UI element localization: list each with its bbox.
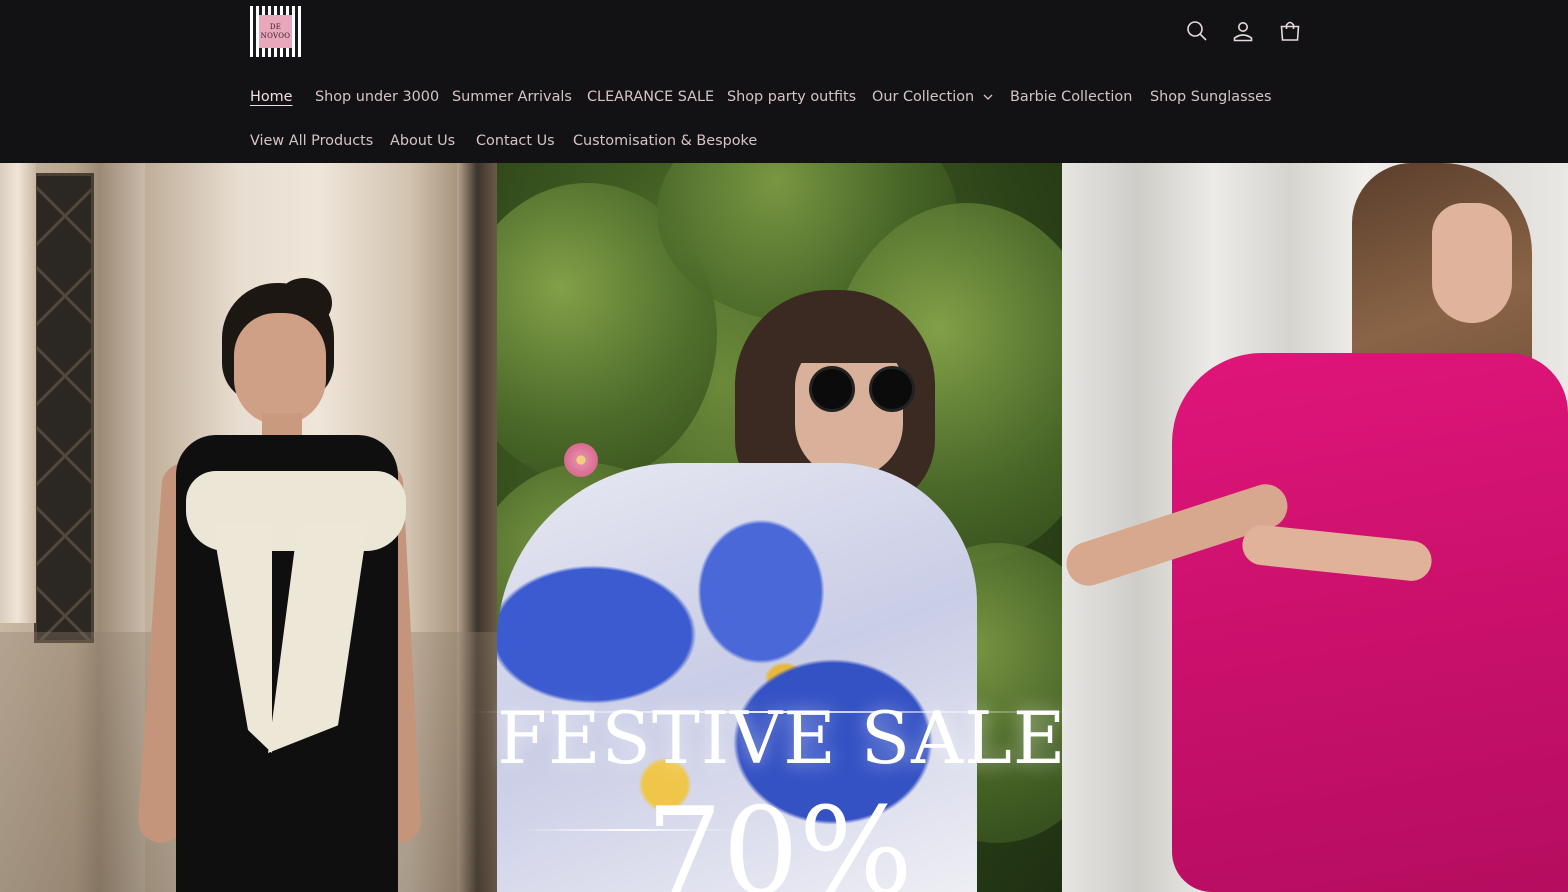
nav-summer-arrivals[interactable]: Summer Arrivals xyxy=(452,87,572,107)
account-icon[interactable] xyxy=(1227,15,1259,47)
hero-discount: 70% xyxy=(646,783,913,892)
nav-home[interactable]: Home xyxy=(250,87,293,107)
nav-clearance-sale[interactable]: CLEARANCE SALE xyxy=(587,87,714,107)
pink-flower xyxy=(564,443,598,477)
logo-line-1: DE xyxy=(269,22,282,31)
nav-customisation-bespoke[interactable]: Customisation & Bespoke xyxy=(573,131,757,151)
model-face xyxy=(234,313,326,425)
sunglasses-left-lens xyxy=(809,366,855,412)
logo-line-2: NOVOO xyxy=(260,31,291,40)
nav-contact-us[interactable]: Contact Us xyxy=(476,131,555,151)
brand-logo-badge: DE NOVOO xyxy=(259,15,292,48)
site-header: DE NOVOO Home Shop under 3000 Summer Arr… xyxy=(0,0,1568,163)
hero-banner[interactable]: FESTIVE SALE 70% xyxy=(0,163,1568,892)
nav-view-all-products[interactable]: View All Products xyxy=(250,131,373,151)
nav-about-us[interactable]: About Us xyxy=(390,131,455,151)
nav-shop-party-outfits[interactable]: Shop party outfits xyxy=(727,87,856,107)
model-pink-dress xyxy=(1172,353,1568,892)
background-pillar xyxy=(0,163,36,623)
brand-logo[interactable]: DE NOVOO xyxy=(250,6,301,57)
nav-our-collection[interactable]: Our Collection xyxy=(872,87,993,107)
search-icon[interactable] xyxy=(1181,15,1213,47)
background-door xyxy=(34,173,94,643)
chevron-down-icon xyxy=(983,92,993,102)
nav-our-collection-label: Our Collection xyxy=(872,89,975,105)
cart-icon[interactable] xyxy=(1274,15,1306,47)
model-face xyxy=(1432,203,1512,323)
hero-image-left xyxy=(0,163,497,892)
nav-shop-under-3000[interactable]: Shop under 3000 xyxy=(315,87,439,107)
nav-shop-sunglasses[interactable]: Shop Sunglasses xyxy=(1150,87,1271,107)
hero-image-right xyxy=(1062,163,1568,892)
nav-barbie-collection[interactable]: Barbie Collection xyxy=(1010,87,1132,107)
hero-headline: FESTIVE SALE xyxy=(497,696,1067,780)
sunglasses-right-lens xyxy=(869,366,915,412)
